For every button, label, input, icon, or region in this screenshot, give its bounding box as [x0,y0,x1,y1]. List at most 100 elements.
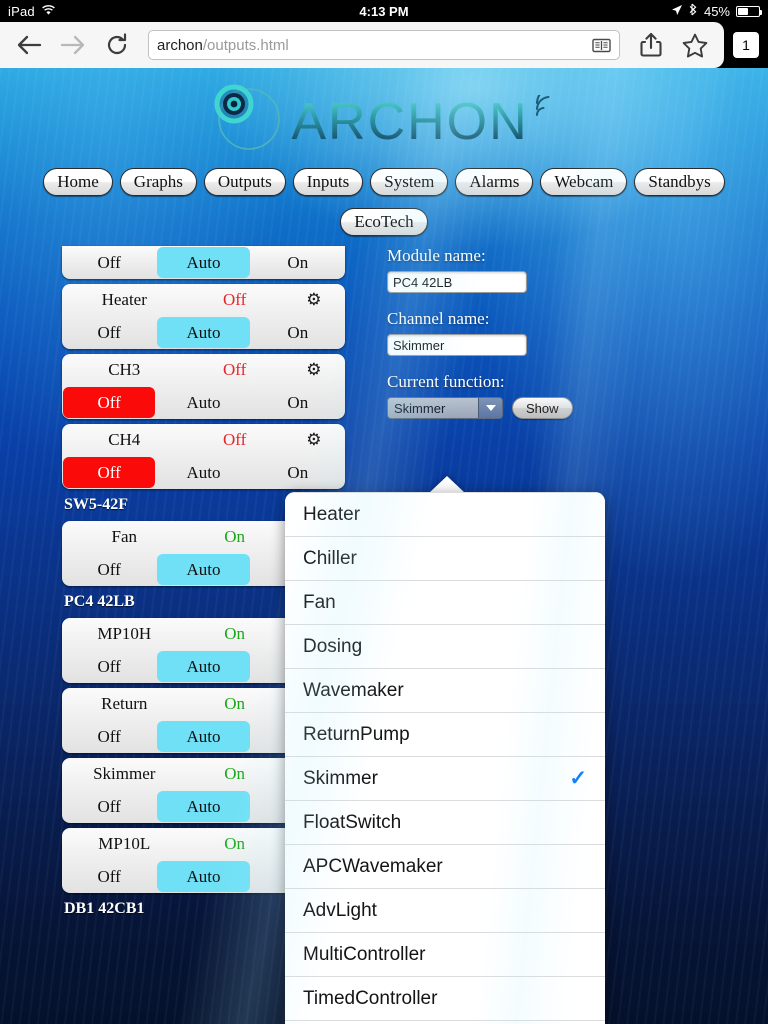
function-picker-item[interactable]: Skimmer ✓ [285,756,605,800]
show-button[interactable]: Show [512,397,573,419]
nav-system[interactable]: System [370,168,449,197]
nav-webcam[interactable]: Webcam [540,168,628,197]
forward-arrow-icon[interactable] [54,26,92,64]
nav-standbys[interactable]: Standbys [634,168,725,197]
reload-icon[interactable] [98,26,136,64]
output-status: On [224,834,246,853]
output-status: On [224,764,246,783]
function-picker-item-label: APCWavemaker [303,855,443,877]
output-mode-auto-button[interactable]: Auto [157,317,250,348]
gear-icon[interactable]: ⚙ [283,360,345,380]
output-name: CH3 [108,360,141,379]
chevron-down-icon[interactable] [478,398,502,418]
function-picker-item[interactable]: TimedController [285,976,605,1020]
output-mode-auto-button[interactable]: Auto [157,721,250,752]
nav-home[interactable]: Home [43,168,113,197]
output-name: Fan [111,527,138,546]
browser-toolbar: archon/outputs.html 1 [0,22,768,68]
output-mode-auto-button[interactable]: Auto [157,554,250,585]
current-function-value: Skimmer [394,400,446,416]
url-host: archon [157,36,203,54]
output-name: MP10H [97,624,152,643]
wifi-icon [41,4,56,19]
tab-count-button[interactable]: 1 [733,32,759,58]
output-mode-off-button[interactable]: Off [63,791,155,822]
module-name-input[interactable] [387,271,527,293]
output-name: Return [101,694,148,713]
output-mode-auto-button[interactable]: Auto [157,861,250,892]
output-mode-on-button[interactable]: On [252,387,344,418]
output-card-header: CH3 Off ⚙ [62,354,345,386]
reader-view-icon[interactable] [592,38,611,53]
output-mode-off-button[interactable]: Off [63,247,155,278]
output-mode-off-button[interactable]: Off [63,554,155,585]
output-mode-off-button[interactable]: Off [63,721,155,752]
site-logo: ARCHON [0,80,768,160]
nav-graphs[interactable]: Graphs [119,168,197,197]
channel-name-label: Channel name: [387,309,490,328]
gear-icon[interactable]: ⚙ [283,290,345,310]
output-mode-off-button[interactable]: Off [63,861,155,892]
nav-ecotech[interactable]: EcoTech [340,208,428,237]
output-mode-auto-button[interactable]: Auto [157,651,250,682]
function-picker-item-label: Dosing [303,635,363,657]
output-mode-on-button[interactable]: On [252,317,344,348]
output-status: Off [222,360,247,379]
output-mode-on-button[interactable]: On [252,247,344,278]
output-mode-off-button[interactable]: Off [63,317,155,348]
archon-circle-logo-icon [209,83,287,157]
function-picker-item[interactable]: FloatSwitch [285,800,605,844]
output-card: Off Auto On [62,246,345,279]
function-picker-item[interactable]: Chiller [285,536,605,580]
output-mode-auto-button[interactable]: Auto [157,387,249,418]
function-picker-item[interactable]: Fan [285,580,605,624]
nav-outputs[interactable]: Outputs [203,168,286,197]
output-status: On [224,624,246,643]
output-mode-auto-button[interactable]: Auto [157,247,250,278]
current-function-select[interactable]: Skimmer [387,397,503,419]
function-picker-item[interactable]: AdvLight [285,888,605,932]
function-picker-item-label: AdvLight [303,899,377,921]
function-picker-item-label: Chiller [303,547,357,569]
back-arrow-icon[interactable] [10,26,48,64]
gear-icon[interactable]: ⚙ [283,430,345,450]
main-navigation-row-2: EcoTech [0,208,768,237]
output-mode-buttons: OffAutoOn [62,246,345,279]
channel-name-input[interactable] [387,334,527,356]
function-picker-item[interactable]: MultiController [285,932,605,976]
output-mode-buttons: OffAutoOn [62,456,345,489]
function-picker-item[interactable]: Heater [285,492,605,536]
module-name-label: Module name: [387,246,486,265]
signal-arc-icon [533,84,559,145]
address-bar[interactable]: archon/outputs.html [148,30,620,60]
output-mode-off-button[interactable]: Off [63,651,155,682]
share-icon[interactable] [632,26,670,64]
output-name: Skimmer [93,764,156,783]
output-name: Heater [101,290,147,309]
function-picker-item[interactable]: Wavemaker [285,668,605,712]
output-mode-on-button[interactable]: On [252,457,344,488]
checkmark-icon: ✓ [569,767,587,790]
function-picker-item-label: Skimmer [303,767,378,789]
output-mode-buttons: OffAutoOn [62,316,345,349]
function-picker-item-label: Fan [303,591,336,613]
output-mode-auto-button[interactable]: Auto [157,457,249,488]
function-picker-item[interactable]: Dosing [285,624,605,668]
function-picker-item[interactable]: APCWavemaker [285,844,605,888]
status-clock: 4:13 PM [359,3,409,19]
function-picker-item-label: ReturnPump [303,723,410,745]
output-status: On [224,527,246,546]
location-arrow-icon [671,4,683,19]
function-picker-item[interactable]: ReturnPump [285,712,605,756]
output-mode-off-button[interactable]: Off [63,387,156,418]
function-picker-popover: Heater Chiller Fan Dosing Wavemaker ReturnPum… [285,492,605,1024]
bluetooth-icon [689,3,698,19]
output-mode-auto-button[interactable]: Auto [157,791,250,822]
nav-inputs[interactable]: Inputs [292,168,364,197]
star-icon[interactable] [676,26,714,64]
function-picker-item[interactable]: MLC [285,1020,605,1024]
output-mode-off-button[interactable]: Off [63,457,156,488]
battery-percent-label: 45% [703,3,730,19]
current-function-label: Current function: [387,372,505,391]
nav-alarms[interactable]: Alarms [455,168,534,197]
